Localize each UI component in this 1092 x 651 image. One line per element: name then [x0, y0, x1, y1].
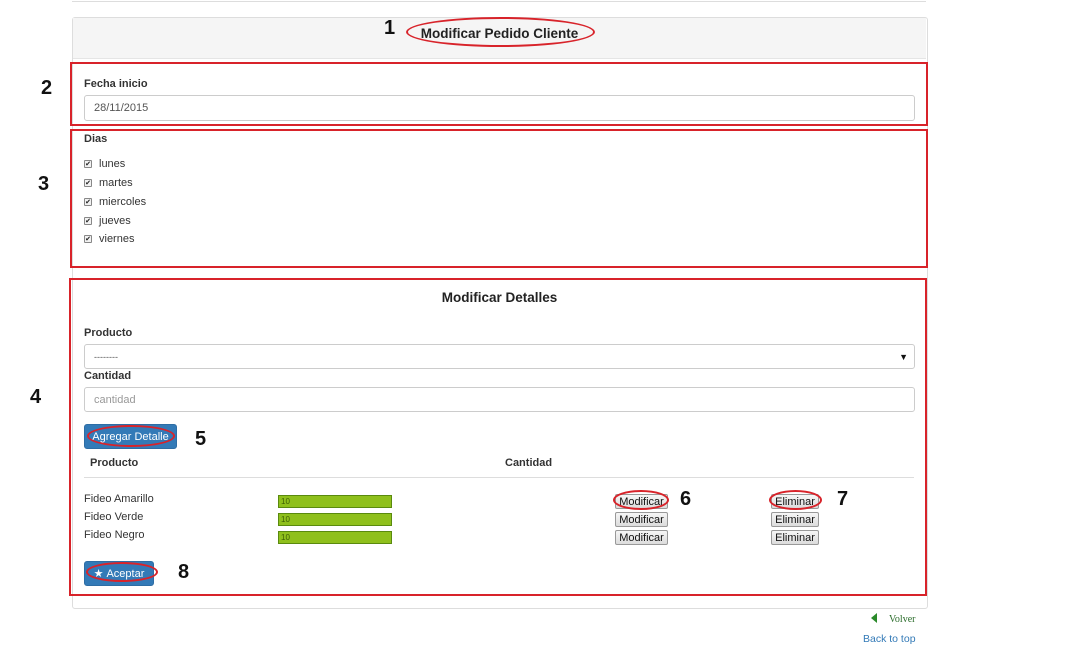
row-producto: Fideo Negro	[84, 529, 145, 541]
annotation-box-dias	[70, 129, 928, 268]
checkbox-jueves[interactable]: ✔	[84, 217, 92, 225]
checkbox-miercoles[interactable]: ✔	[84, 198, 92, 206]
annotation-number-4: 4	[30, 386, 42, 408]
checkbox-lunes[interactable]: ✔	[84, 160, 92, 168]
annotation-number-8: 8	[178, 561, 190, 583]
back-arrow-icon[interactable]	[871, 613, 877, 623]
annotation-oval-title	[406, 17, 595, 47]
annotation-number-7: 7	[837, 488, 849, 510]
checkbox-label-martes: martes	[99, 177, 133, 189]
annotation-number-5: 5	[195, 428, 207, 450]
volver-link[interactable]: Volver	[889, 614, 915, 625]
annotation-number-6: 6	[680, 488, 692, 510]
annotation-number-1: 1	[384, 17, 396, 39]
checkbox-label-lunes: lunes	[99, 158, 126, 170]
producto-selected: --------	[94, 351, 118, 362]
row-cantidad-input[interactable]: 10	[278, 531, 392, 544]
producto-select[interactable]: -------- ▼	[84, 344, 915, 369]
cantidad-label: Cantidad	[84, 370, 132, 382]
checkbox-martes[interactable]: ✔	[84, 179, 92, 187]
back-to-top-link[interactable]: Back to top	[863, 633, 916, 645]
checkbox-viernes[interactable]: ✔	[84, 235, 92, 243]
table-header-producto: Producto	[90, 457, 139, 469]
checkbox-label-viernes: viernes	[99, 233, 135, 245]
annotation-number-2: 2	[41, 77, 53, 99]
row-cantidad-input[interactable]: 10	[278, 513, 392, 526]
table-row: Fideo Negro 10 Modificar Eliminar	[84, 529, 824, 545]
annotation-oval-add	[87, 425, 175, 447]
annotation-number-3: 3	[38, 173, 50, 195]
row-producto: Fideo Amarillo	[84, 493, 154, 505]
top-divider	[72, 0, 926, 2]
table-row: Fideo Amarillo 10 Modificar Eliminar	[84, 493, 824, 509]
table-row: Fideo Verde 10 Modificar Eliminar	[84, 511, 824, 527]
modificar-button[interactable]: Modificar	[615, 512, 668, 527]
modificar-button[interactable]: Modificar	[615, 530, 668, 545]
eliminar-button[interactable]: Eliminar	[771, 530, 819, 545]
table-header-divider	[84, 477, 914, 478]
fecha-input[interactable]: 28/11/2015	[84, 95, 915, 121]
checkbox-label-miercoles: miercoles	[99, 196, 147, 208]
cantidad-input[interactable]: cantidad	[84, 387, 915, 412]
row-cantidad-input[interactable]: 10	[278, 495, 392, 508]
cantidad-placeholder: cantidad	[94, 393, 136, 406]
dropdown-arrow-icon: ▼	[899, 351, 908, 362]
dias-label: Dias	[84, 133, 108, 145]
producto-label: Producto	[84, 327, 133, 339]
checkbox-label-jueves: jueves	[99, 215, 131, 227]
annotation-oval-modificar	[613, 490, 669, 510]
annotation-oval-eliminar	[769, 490, 822, 510]
detalles-title: Modificar Detalles	[441, 290, 558, 305]
row-producto: Fideo Verde	[84, 511, 144, 523]
annotation-oval-accept	[86, 562, 158, 582]
table-header-cantidad: Cantidad	[505, 457, 553, 469]
fecha-value: 28/11/2015	[94, 102, 149, 114]
eliminar-button[interactable]: Eliminar	[771, 512, 819, 527]
fecha-label: Fecha inicio	[84, 78, 148, 90]
